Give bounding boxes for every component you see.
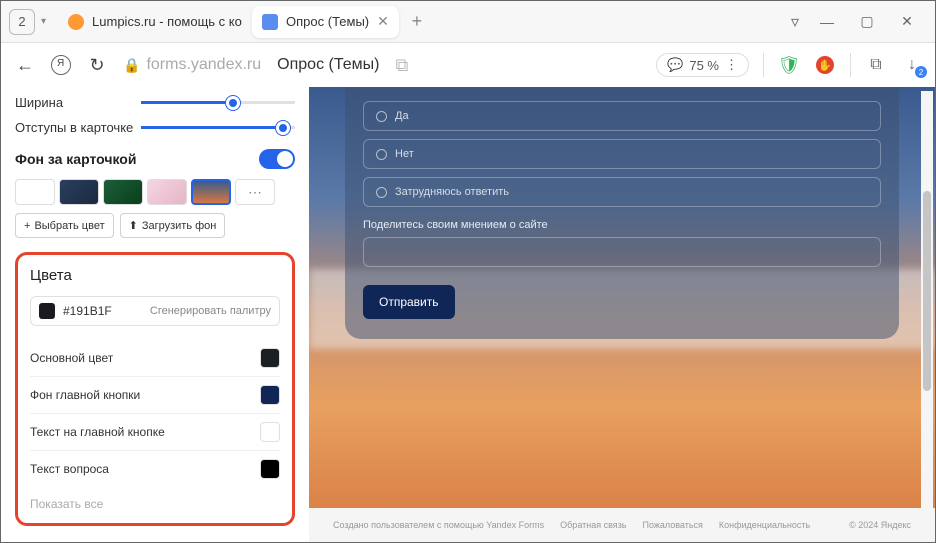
generate-palette-button[interactable]: Сгенерировать палитру xyxy=(150,305,271,317)
choose-color-button[interactable]: +Выбрать цвет xyxy=(15,213,114,238)
tab-label: Опрос (Темы) xyxy=(286,14,369,29)
divider xyxy=(850,53,851,77)
bg-thumb[interactable] xyxy=(103,179,143,205)
browser-tab[interactable]: Lumpics.ru - помощь с ко xyxy=(58,6,248,38)
footer-privacy-link[interactable]: Конфиденциальность xyxy=(719,520,810,530)
footer-report-link[interactable]: Пожаловаться xyxy=(642,520,702,530)
tab-label: Lumpics.ru - помощь с ко xyxy=(92,14,242,29)
color-swatch[interactable] xyxy=(260,348,280,368)
colors-panel: Цвета #191B1F Сгенерировать палитру Осно… xyxy=(15,252,295,526)
upload-icon: ⬆ xyxy=(129,219,138,232)
upload-bg-button[interactable]: ⬆Загрузить фон xyxy=(120,213,226,238)
minimize-button[interactable]: — xyxy=(807,6,847,38)
color-swatch[interactable] xyxy=(260,459,280,479)
favicon-icon xyxy=(262,14,278,30)
form-preview: Да Нет Затрудняюсь ответить Поделитесь с… xyxy=(309,87,935,542)
maximize-button[interactable]: ▢ xyxy=(847,6,887,38)
url-bar[interactable]: 🔒 forms.yandex.ru Опрос (Темы) ⧉ xyxy=(123,55,408,76)
url-domain: forms.yandex.ru xyxy=(146,56,261,74)
comment-icon: 💬 xyxy=(667,57,683,73)
color-row-button-text[interactable]: Текст на главной кнопке xyxy=(30,414,280,451)
bg-toggle[interactable] xyxy=(259,149,295,169)
back-button[interactable]: ← xyxy=(13,53,37,77)
opinion-input[interactable] xyxy=(363,237,881,267)
divider xyxy=(763,53,764,77)
radio-option[interactable]: Да xyxy=(363,101,881,131)
show-all-link[interactable]: Показать все xyxy=(30,497,280,511)
color-row-main[interactable]: Основной цвет xyxy=(30,340,280,377)
radio-option[interactable]: Затрудняюсь ответить xyxy=(363,177,881,207)
close-tab-icon[interactable]: ✕ xyxy=(377,13,389,30)
color-input[interactable]: #191B1F Сгенерировать палитру xyxy=(30,296,280,326)
padding-slider[interactable] xyxy=(141,126,295,129)
color-row-question-text[interactable]: Текст вопроса xyxy=(30,451,280,487)
plus-icon: + xyxy=(24,220,30,232)
bg-thumb-more[interactable]: ⋯ xyxy=(235,179,275,205)
padding-label: Отступы в карточке xyxy=(15,120,141,135)
color-swatch xyxy=(39,303,55,319)
search-icon[interactable]: Я xyxy=(51,55,71,75)
radio-icon xyxy=(376,187,387,198)
bg-thumb[interactable] xyxy=(59,179,99,205)
bookmark-icon[interactable]: ▿ xyxy=(791,12,799,32)
lock-icon: 🔒 xyxy=(123,57,140,74)
width-label: Ширина xyxy=(15,95,141,110)
color-hex: #191B1F xyxy=(63,304,142,318)
footer-feedback-link[interactable]: Обратная связь xyxy=(560,520,626,530)
extensions-icon[interactable]: ⧉ xyxy=(865,54,887,76)
footer-created: Создано пользователем с помощью Yandex F… xyxy=(333,520,544,530)
downloads-icon[interactable]: ↓2 xyxy=(901,54,923,76)
adblock-icon[interactable]: ✋ xyxy=(814,54,836,76)
reload-button[interactable]: ↻ xyxy=(85,53,109,77)
submit-button[interactable]: Отправить xyxy=(363,285,455,319)
tab-counter[interactable]: 2 xyxy=(9,9,35,35)
bg-thumb-selected[interactable] xyxy=(191,179,231,205)
scrollbar[interactable] xyxy=(921,91,933,531)
zoom-control[interactable]: 💬 75 % ⋮ xyxy=(656,53,749,77)
shield-icon[interactable]: 🛡 xyxy=(778,54,800,76)
opinion-label: Поделитесь своим мнением о сайте xyxy=(363,219,881,231)
form-card: Да Нет Затрудняюсь ответить Поделитесь с… xyxy=(345,87,899,339)
color-swatch[interactable] xyxy=(260,422,280,442)
zoom-menu-icon: ⋮ xyxy=(725,57,738,73)
radio-icon xyxy=(376,149,387,160)
width-slider[interactable] xyxy=(141,101,295,104)
bg-section-title: Фон за карточкой xyxy=(15,151,136,167)
footer-copyright: © 2024 Яндекс xyxy=(849,520,911,530)
radio-icon xyxy=(376,111,387,122)
browser-tab-active[interactable]: Опрос (Темы) ✕ xyxy=(252,6,399,38)
color-row-button-bg[interactable]: Фон главной кнопки xyxy=(30,377,280,414)
close-window-button[interactable]: ✕ xyxy=(887,6,927,38)
radio-option[interactable]: Нет xyxy=(363,139,881,169)
colors-title: Цвета xyxy=(30,267,280,284)
zoom-level: 75 % xyxy=(689,58,719,73)
color-swatch[interactable] xyxy=(260,385,280,405)
new-tab-button[interactable]: + xyxy=(403,8,431,36)
favicon-icon xyxy=(68,14,84,30)
chevron-down-icon[interactable]: ▾ xyxy=(41,16,46,27)
scrollbar-thumb[interactable] xyxy=(923,191,931,391)
page-title: Опрос (Темы) xyxy=(277,56,379,74)
bg-thumb[interactable] xyxy=(15,179,55,205)
preview-footer: Создано пользователем с помощью Yandex F… xyxy=(309,508,935,542)
bg-thumb[interactable] xyxy=(147,179,187,205)
bookmark-page-icon[interactable]: ⧉ xyxy=(395,55,408,76)
